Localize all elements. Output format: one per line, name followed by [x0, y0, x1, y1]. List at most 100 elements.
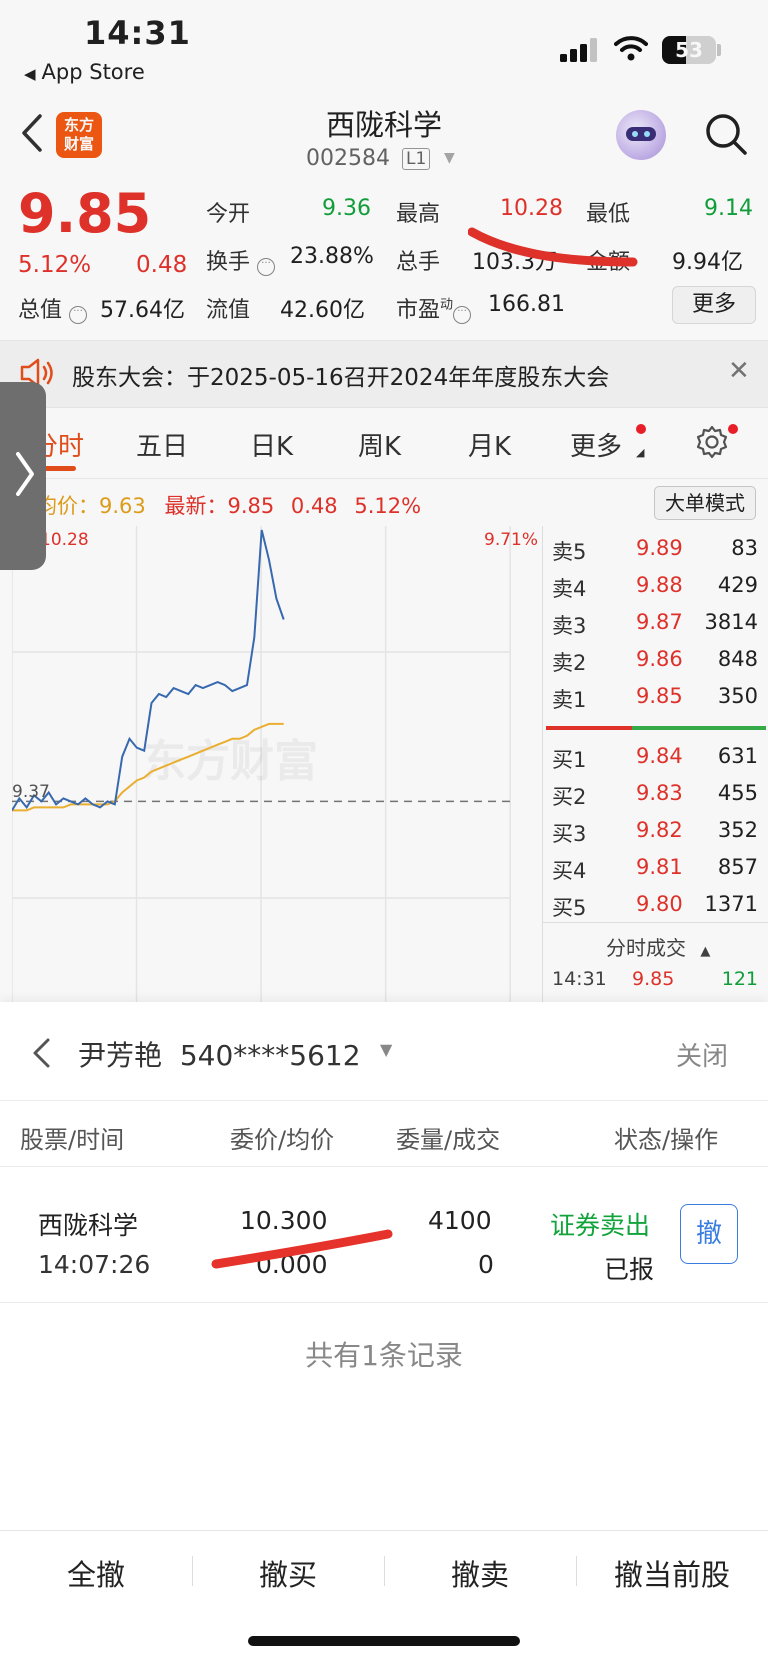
- account-name: 尹芳艳: [78, 1039, 163, 1072]
- intraday-chart[interactable]: 东方财富: [12, 526, 542, 1002]
- wifi-icon: [614, 36, 648, 61]
- low-label: 最低: [586, 202, 631, 227]
- tick-time: 14:31: [552, 968, 607, 990]
- ask-row[interactable]: 卖5 9.89 83: [552, 536, 758, 572]
- ask-volume: 350: [717, 684, 758, 708]
- record-count: 共有1条记录: [305, 1339, 463, 1372]
- tab-five-day[interactable]: 五日: [136, 426, 188, 463]
- tab-weekly-k[interactable]: 周K: [358, 426, 401, 463]
- back-triangle-icon: ◀: [24, 65, 36, 83]
- ask-row[interactable]: 卖4 9.88 429: [552, 573, 758, 609]
- more-quote-button[interactable]: 更多: [672, 286, 756, 324]
- volume-label: 总手: [396, 250, 441, 275]
- ask-volume: 848: [717, 647, 758, 671]
- turnover-rate-label: 换手 ···: [206, 244, 276, 276]
- ask-level-label: 卖4: [552, 577, 587, 601]
- bid-price: 9.80: [636, 892, 683, 916]
- bid-volume: 631: [717, 744, 758, 768]
- settings-gear-icon[interactable]: [694, 424, 730, 460]
- cellular-signal-icon: [560, 38, 597, 62]
- chevron-right-icon: [16, 452, 34, 496]
- ask-price: 9.88: [636, 573, 683, 597]
- announcement-text[interactable]: 股东大会：于2025-05-16召开2024年年度股东大会: [72, 358, 609, 392]
- ask-level-label: 卖1: [552, 688, 587, 712]
- float-cap-label: 流值: [206, 298, 251, 323]
- account-selector[interactable]: 尹芳艳 540****5612: [78, 1034, 361, 1074]
- ask-row[interactable]: 卖2 9.86 848: [552, 647, 758, 683]
- info-dots-icon[interactable]: ···: [453, 306, 472, 324]
- bid-row[interactable]: 买3 9.82 352: [552, 818, 758, 854]
- time-sales-header[interactable]: 分时成交 ▲: [606, 932, 710, 961]
- info-dots-icon[interactable]: ···: [69, 306, 88, 324]
- bid-price: 9.84: [636, 744, 683, 768]
- tab-more[interactable]: 更多: [570, 426, 622, 463]
- pe-label: 市盈动 ···: [396, 292, 472, 324]
- order-type: 证券卖出: [550, 1211, 651, 1240]
- volume-value: 103.3万: [472, 250, 557, 275]
- bid-level-label: 买1: [552, 748, 587, 772]
- tab-monthly-k[interactable]: 月K: [468, 426, 511, 463]
- cancel-sell-button[interactable]: 撤卖: [384, 1552, 576, 1594]
- bid-ratio-bar: [632, 726, 766, 730]
- cancel-buy-button[interactable]: 撤买: [192, 1552, 384, 1594]
- intraday-info-row: 均价：9.63 最新：9.85 0.48 5.12%: [36, 490, 421, 520]
- close-sheet-button[interactable]: 关闭: [676, 1036, 728, 1073]
- back-chevron-icon[interactable]: [16, 110, 50, 156]
- column-header-status: 状态/操作: [614, 1126, 719, 1154]
- bid-row[interactable]: 买2 9.83 455: [552, 781, 758, 817]
- ask-level-label: 卖5: [552, 540, 587, 564]
- bid-row[interactable]: 买4 9.81 857: [552, 855, 758, 891]
- tab-daily-k[interactable]: 日K: [250, 426, 293, 463]
- avg-value: 9.63: [99, 494, 146, 518]
- battery-level: 53: [675, 38, 703, 62]
- sheet-back-chevron-icon[interactable]: [28, 1034, 54, 1072]
- order-time: 14:07:26: [38, 1250, 151, 1279]
- sheet-divider: [0, 1100, 768, 1101]
- close-announcement-icon[interactable]: ✕: [728, 356, 750, 386]
- change-percent: 5.12%: [18, 252, 92, 278]
- code-dropdown-caret-icon[interactable]: ▼: [444, 150, 455, 166]
- back-app-label: App Store: [41, 60, 145, 84]
- bid-volume: 1371: [704, 892, 758, 916]
- ask-level-label: 卖3: [552, 614, 587, 638]
- order-avg-price: 0.000: [256, 1250, 328, 1279]
- cancel-order-button[interactable]: 撤: [680, 1204, 738, 1264]
- ask-row[interactable]: 卖3 9.87 3814: [552, 610, 758, 646]
- big-order-mode-button[interactable]: 大单模式: [654, 486, 756, 520]
- bid-volume: 857: [717, 855, 758, 879]
- back-to-app-link[interactable]: ◀ App Store: [24, 60, 145, 84]
- ask-price: 9.89: [636, 536, 683, 560]
- bid-volume: 352: [717, 818, 758, 842]
- account-dropdown-caret-icon[interactable]: ▼: [380, 1040, 392, 1059]
- app-logo: 东方 财富: [56, 112, 102, 158]
- bid-level-label: 买2: [552, 785, 587, 809]
- order-status: 已报: [604, 1255, 655, 1284]
- search-icon[interactable]: [704, 112, 748, 156]
- latest-value: 9.85: [227, 494, 275, 518]
- bid-row[interactable]: 买1 9.84 631: [552, 744, 758, 780]
- collapse-caret-icon: ▲: [700, 944, 711, 959]
- order-filled: 0: [478, 1250, 494, 1279]
- ai-assistant-robot-icon[interactable]: [616, 110, 666, 160]
- column-header-stock-time: 股票/时间: [20, 1126, 125, 1154]
- bid-level-label: 买4: [552, 859, 587, 883]
- ask-volume: 83: [731, 536, 758, 560]
- ask-level-label: 卖2: [552, 651, 587, 675]
- cancel-current-stock-button[interactable]: 撤当前股: [576, 1552, 768, 1594]
- side-expand-tab[interactable]: [0, 382, 46, 570]
- chart-high-tick: 10.28: [40, 530, 89, 550]
- change-amount: 0.48: [136, 252, 188, 278]
- order-price: 10.300: [240, 1206, 328, 1235]
- stock-code: 002584: [306, 146, 390, 171]
- ask-volume: 429: [717, 573, 758, 597]
- amount-label: 金额: [586, 250, 631, 275]
- watermark: 东方财富: [142, 736, 318, 787]
- cancel-all-button[interactable]: 全撤: [0, 1552, 192, 1594]
- ask-price: 9.87: [636, 610, 683, 634]
- tab-divider: [0, 478, 768, 479]
- latest-label: 最新：: [164, 494, 228, 518]
- info-dots-icon[interactable]: ···: [257, 258, 276, 276]
- ask-row[interactable]: 卖1 9.85 350: [552, 684, 758, 720]
- bid-price: 9.83: [636, 781, 683, 805]
- ask-volume: 3814: [704, 610, 758, 634]
